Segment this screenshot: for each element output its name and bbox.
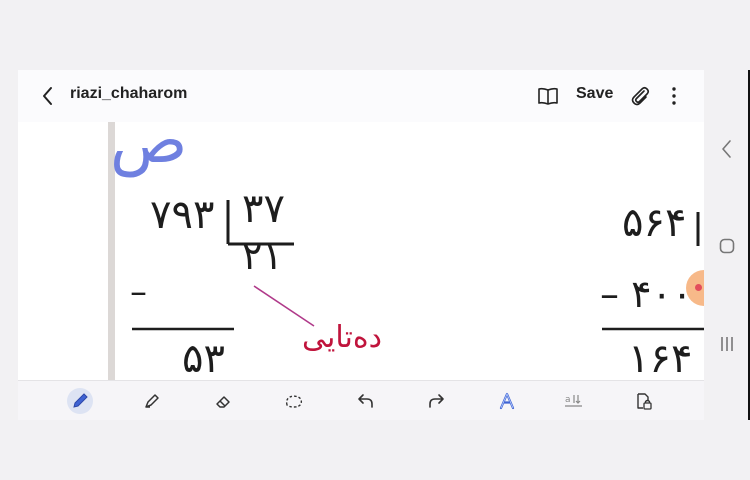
highlighter-icon [145,394,159,408]
highlighter-tool-button[interactable] [139,388,165,414]
right-remainder: ۱۶۴ [628,336,693,380]
home-nav-icon[interactable] [718,237,736,255]
save-button[interactable]: Save [576,85,613,103]
note-title: riazi_chaharom [70,85,188,102]
back-nav-icon[interactable] [719,138,735,160]
notes-app: riazi_chaharom Save ص ۷۹۳ ۳۷ ۲۱ – [18,70,704,420]
book-view-icon[interactable] [536,84,560,108]
undo-icon [358,394,373,408]
text-convert-icon: a [565,395,582,407]
lasso-tool-button[interactable] [281,388,307,414]
drawing-toolbar: a [18,380,704,420]
redo-button[interactable] [423,388,449,414]
left-dividend: ۷۹۳ [150,192,215,238]
text-style-icon [499,392,515,410]
right-dividend: ۵۶۴ [622,200,687,246]
pen-icon [73,393,88,408]
right-subtract-value: – ۴۰۰ [600,272,693,316]
svg-text:a: a [565,395,571,405]
handwritten-letter-saad: ص [110,122,188,178]
left-subtract-sign: – [130,272,147,312]
handwriting-canvas[interactable]: ص ۷۹۳ ۳۷ ۲۱ – ۵۳ ده‌تایی ۵۶۴ – ۴۰۰ ۱۶۴ [18,122,704,380]
pen-tool-button[interactable] [67,388,93,414]
eraser-icon [216,396,230,408]
annotation-tens: ده‌تایی [302,320,382,355]
read-only-button[interactable] [630,388,656,414]
text-convert-button[interactable]: a [561,388,587,414]
left-subtraction-line [132,327,234,331]
eraser-tool-button[interactable] [211,388,237,414]
read-only-icon [637,393,652,410]
more-options-icon[interactable] [662,84,686,108]
right-division-bracket [696,212,700,246]
left-remainder: ۵۳ [182,336,225,380]
top-app-bar: riazi_chaharom Save [18,70,704,122]
undo-button[interactable] [353,388,379,414]
attach-icon[interactable] [628,84,652,108]
lasso-icon [285,395,303,408]
text-style-button[interactable] [494,388,520,414]
left-quotient: ۲۱ [242,234,283,278]
left-divisor: ۳۷ [242,186,285,232]
redo-icon [429,394,444,408]
pointer-dot-icon [695,284,702,291]
back-arrow-icon[interactable] [38,84,58,108]
recents-nav-icon[interactable] [718,334,736,354]
right-subtraction-line [602,327,704,331]
